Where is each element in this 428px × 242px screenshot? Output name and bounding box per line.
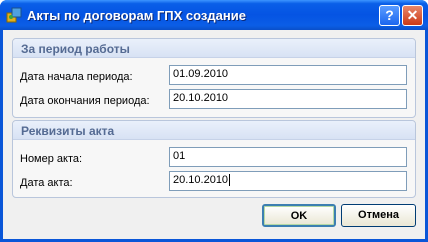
dialog-body: За период работы Дата начала периода: 01… <box>3 30 425 239</box>
act-number-field[interactable]: 01 <box>169 147 407 167</box>
dialog-window: Акты по договорам ГПХ создание ? ✕ За пе… <box>0 0 428 242</box>
end-date-label: Дата окончания периода: <box>20 95 150 107</box>
act-group-header: Реквизиты акта <box>13 121 415 140</box>
ok-button[interactable]: OK <box>262 204 336 227</box>
act-group-title: Реквизиты акта <box>21 124 115 138</box>
act-date-label: Дата акта: <box>20 177 73 189</box>
period-group-title: За период работы <box>21 42 130 56</box>
title-bar[interactable]: Акты по договорам ГПХ создание ? ✕ <box>0 0 428 30</box>
act-group: Реквизиты акта Номер акта: 01 Дата акта:… <box>12 120 416 198</box>
period-group: За период работы Дата начала периода: 01… <box>12 38 416 118</box>
start-date-field[interactable]: 01.09.2010 <box>169 65 407 85</box>
text-cursor <box>229 174 231 187</box>
help-button[interactable]: ? <box>379 5 400 26</box>
start-date-label: Дата начала периода: <box>20 71 133 83</box>
act-date-field[interactable]: 20.10.2010 <box>169 171 407 191</box>
app-icon <box>6 7 22 23</box>
window-title: Акты по договорам ГПХ создание <box>27 8 246 23</box>
cancel-button[interactable]: Отмена <box>341 204 416 227</box>
act-date-value: 20.10.2010 <box>173 174 229 186</box>
act-number-label: Номер акта: <box>20 153 83 165</box>
period-group-header: За период работы <box>13 39 415 58</box>
close-button[interactable]: ✕ <box>402 5 423 26</box>
end-date-field[interactable]: 20.10.2010 <box>169 89 407 109</box>
